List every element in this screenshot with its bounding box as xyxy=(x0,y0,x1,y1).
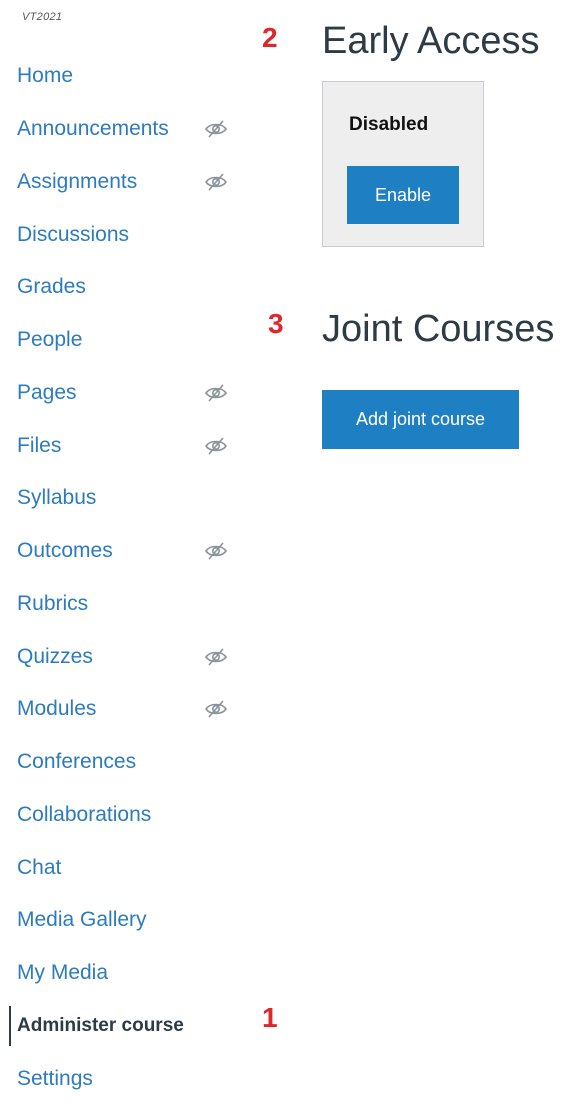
nav-item-administer-course[interactable]: Administer course xyxy=(0,1000,260,1053)
nav-item-assignments[interactable]: Assignments xyxy=(0,156,260,209)
eye-slash-icon xyxy=(205,120,227,138)
nav-item-settings[interactable]: Settings xyxy=(0,1052,260,1105)
annotation-marker-2: 2 xyxy=(262,22,278,53)
nav-item-home[interactable]: Home xyxy=(0,50,260,103)
nav-item-label: My Media xyxy=(17,961,109,985)
course-navigation: Home Announcements Assignments Discussio… xyxy=(0,50,260,1105)
nav-item-label: Modules xyxy=(17,697,97,721)
nav-item-announcements[interactable]: Announcements xyxy=(0,103,260,156)
joint-courses-title: Joint Courses xyxy=(322,307,555,350)
add-joint-course-button[interactable]: Add joint course xyxy=(322,390,519,449)
eye-slash-icon xyxy=(205,384,227,402)
nav-item-label: Collaborations xyxy=(17,802,152,826)
nav-item-modules[interactable]: Modules xyxy=(0,683,260,736)
eye-slash-icon xyxy=(205,700,227,718)
early-access-panel: Disabled Enable xyxy=(322,81,484,247)
nav-item-collaborations[interactable]: Collaborations xyxy=(0,789,260,842)
eye-slash-icon xyxy=(205,437,227,455)
nav-item-outcomes[interactable]: Outcomes xyxy=(0,525,260,578)
nav-item-label: Syllabus xyxy=(17,486,97,510)
nav-item-label: People xyxy=(17,328,83,352)
nav-item-rubrics[interactable]: Rubrics xyxy=(0,578,260,631)
nav-item-label: Outcomes xyxy=(17,539,113,563)
annotation-marker-3: 3 xyxy=(268,308,284,339)
nav-item-label: Discussions xyxy=(17,222,130,246)
nav-item-my-media[interactable]: My Media xyxy=(0,947,260,1000)
enable-button[interactable]: Enable xyxy=(347,166,459,224)
nav-item-label: Announcements xyxy=(17,117,169,141)
early-access-title: Early Access xyxy=(322,19,540,62)
nav-item-media-gallery[interactable]: Media Gallery xyxy=(0,894,260,947)
annotation-marker-1: 1 xyxy=(262,1002,278,1033)
term-label: VT2021 xyxy=(22,11,63,23)
nav-item-pages[interactable]: Pages xyxy=(0,367,260,420)
nav-item-chat[interactable]: Chat xyxy=(0,841,260,894)
nav-item-label: Settings xyxy=(17,1066,93,1090)
eye-slash-icon xyxy=(205,542,227,560)
eye-slash-icon xyxy=(205,173,227,191)
nav-item-conferences[interactable]: Conferences xyxy=(0,736,260,789)
nav-item-people[interactable]: People xyxy=(0,314,260,367)
nav-item-syllabus[interactable]: Syllabus xyxy=(0,472,260,525)
nav-item-label: Conferences xyxy=(17,750,137,774)
nav-item-label: Files xyxy=(17,433,62,457)
eye-slash-icon xyxy=(205,648,227,666)
nav-item-label: Grades xyxy=(17,275,86,299)
nav-item-quizzes[interactable]: Quizzes xyxy=(0,630,260,683)
nav-item-label: Pages xyxy=(17,380,77,404)
nav-item-label: Rubrics xyxy=(17,591,89,615)
nav-item-label: Home xyxy=(17,64,74,88)
nav-item-files[interactable]: Files xyxy=(0,419,260,472)
nav-item-label: Quizzes xyxy=(17,644,93,668)
nav-item-label: Chat xyxy=(17,855,62,879)
nav-item-label: Administer course xyxy=(17,1014,184,1036)
nav-item-label: Media Gallery xyxy=(17,908,147,932)
nav-item-grades[interactable]: Grades xyxy=(0,261,260,314)
early-access-status: Disabled xyxy=(349,114,429,135)
nav-item-label: Assignments xyxy=(17,169,138,193)
nav-item-discussions[interactable]: Discussions xyxy=(0,208,260,261)
